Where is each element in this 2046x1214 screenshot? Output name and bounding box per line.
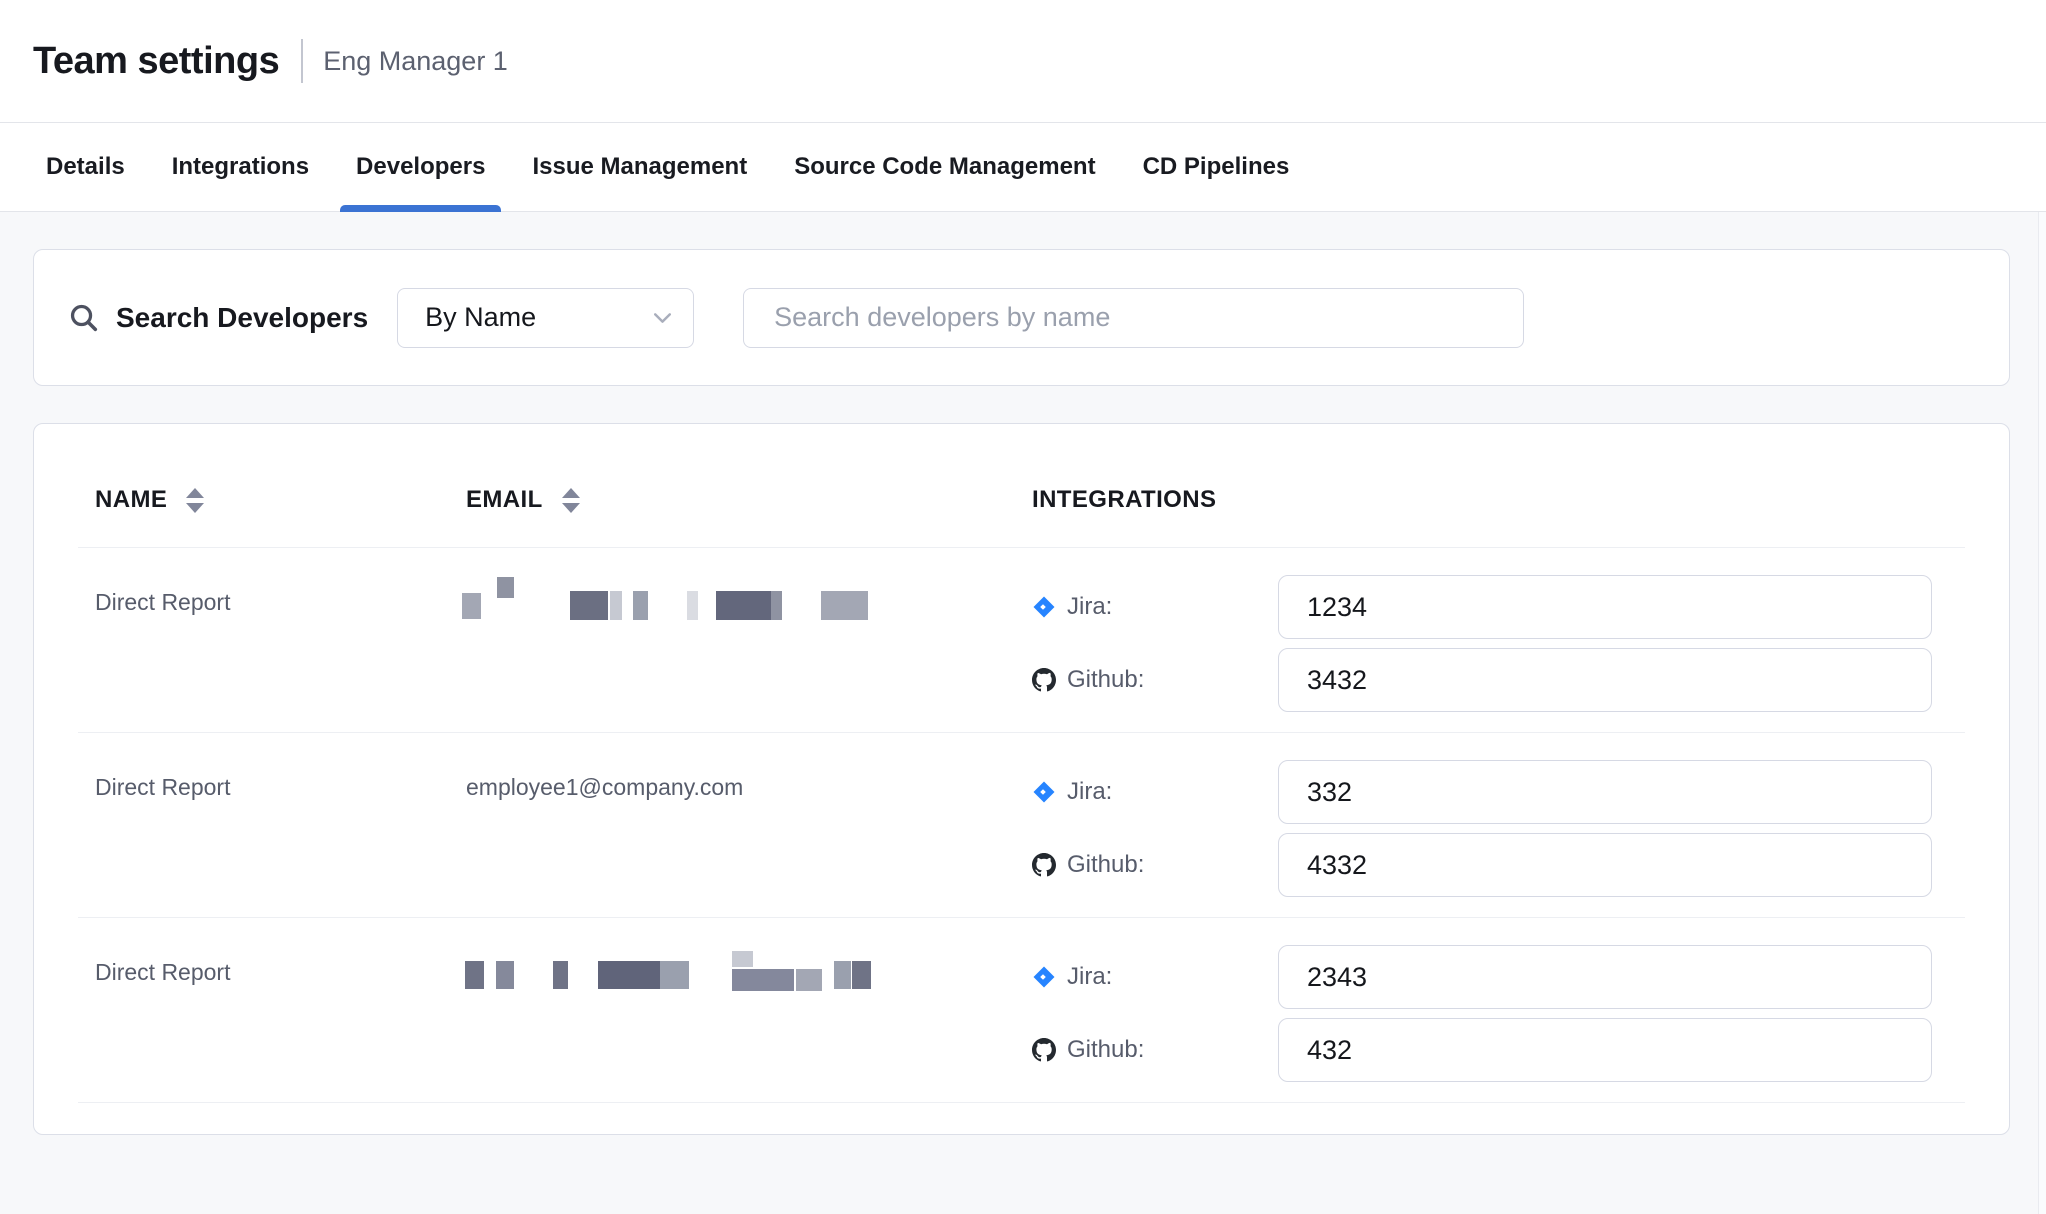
sort-arrows-icon[interactable]	[560, 487, 582, 514]
tab-source-code-management[interactable]: Source Code Management	[778, 123, 1111, 211]
jira-line: Jira:	[1032, 575, 1965, 639]
redacted-email-blocks	[466, 573, 1032, 633]
developer-name: Direct Report	[78, 548, 466, 732]
developer-name: Direct Report	[78, 733, 466, 917]
table-row: Direct Report Jira:	[78, 548, 1965, 733]
jira-id-input[interactable]	[1278, 945, 1932, 1009]
jira-line: Jira:	[1032, 945, 1965, 1009]
search-filter-value: By Name	[425, 302, 654, 333]
github-icon	[1032, 668, 1056, 692]
integrations-cell: Jira: Github:	[1032, 918, 1965, 1102]
column-header-name: NAME	[78, 486, 466, 514]
search-developers-label: Search Developers	[116, 302, 368, 334]
developer-name: Direct Report	[78, 918, 466, 1102]
jira-label: Jira:	[1032, 593, 1278, 621]
jira-line: Jira:	[1032, 760, 1965, 824]
github-line: Github:	[1032, 1018, 1965, 1082]
developer-email-redacted	[466, 548, 1032, 732]
github-icon	[1032, 853, 1056, 877]
jira-id-input[interactable]	[1278, 575, 1932, 639]
github-id-input[interactable]	[1278, 833, 1932, 897]
table-row: Direct Report Jira:	[78, 918, 1965, 1103]
search-filter-select[interactable]: By Name	[397, 288, 694, 348]
github-id-input[interactable]	[1278, 648, 1932, 712]
jira-icon	[1032, 595, 1056, 619]
tab-issue-management[interactable]: Issue Management	[516, 123, 763, 211]
github-label: Github:	[1032, 1036, 1278, 1064]
github-line: Github:	[1032, 648, 1965, 712]
jira-id-input[interactable]	[1278, 760, 1932, 824]
integrations-cell: Jira: Github:	[1032, 548, 1965, 732]
github-label: Github:	[1032, 666, 1278, 694]
tab-cd-pipelines[interactable]: CD Pipelines	[1127, 123, 1306, 211]
jira-icon	[1032, 965, 1056, 989]
redacted-email-blocks	[466, 943, 1032, 1003]
vertical-scrollbar[interactable]	[2038, 212, 2046, 1214]
column-header-email: EMAIL	[466, 486, 1032, 514]
search-input[interactable]	[743, 288, 1524, 348]
tab-developers[interactable]: Developers	[340, 123, 501, 211]
tabbar: Details Integrations Developers Issue Ma…	[0, 123, 2046, 212]
github-id-input[interactable]	[1278, 1018, 1932, 1082]
jira-label: Jira:	[1032, 963, 1278, 991]
table-header-row: NAME EMAIL INTEGRATIONS	[78, 424, 1965, 548]
jira-label: Jira:	[1032, 778, 1278, 806]
developer-email: employee1@company.com	[466, 733, 1032, 917]
jira-icon	[1032, 780, 1056, 804]
tab-integrations[interactable]: Integrations	[156, 123, 325, 211]
github-label: Github:	[1032, 851, 1278, 879]
column-header-integrations: INTEGRATIONS	[1032, 486, 1965, 514]
sort-arrows-icon[interactable]	[184, 487, 206, 514]
page-header: Team settings Eng Manager 1	[0, 0, 2046, 123]
title-divider	[301, 39, 303, 83]
page-subtitle: Eng Manager 1	[323, 46, 508, 77]
search-icon	[69, 303, 99, 333]
developer-email-redacted	[466, 918, 1032, 1102]
chevron-down-icon	[654, 313, 671, 323]
page-title: Team settings	[33, 40, 279, 83]
search-developers-card: Search Developers By Name	[33, 249, 2010, 386]
table-row: Direct Report employee1@company.com Jira…	[78, 733, 1965, 918]
main-content: Search Developers By Name NAME	[0, 212, 2046, 1214]
integrations-cell: Jira: Github:	[1032, 733, 1965, 917]
developers-table: NAME EMAIL INTEGRATIONS	[33, 423, 2010, 1135]
tab-details[interactable]: Details	[30, 123, 141, 211]
github-icon	[1032, 1038, 1056, 1062]
github-line: Github:	[1032, 833, 1965, 897]
